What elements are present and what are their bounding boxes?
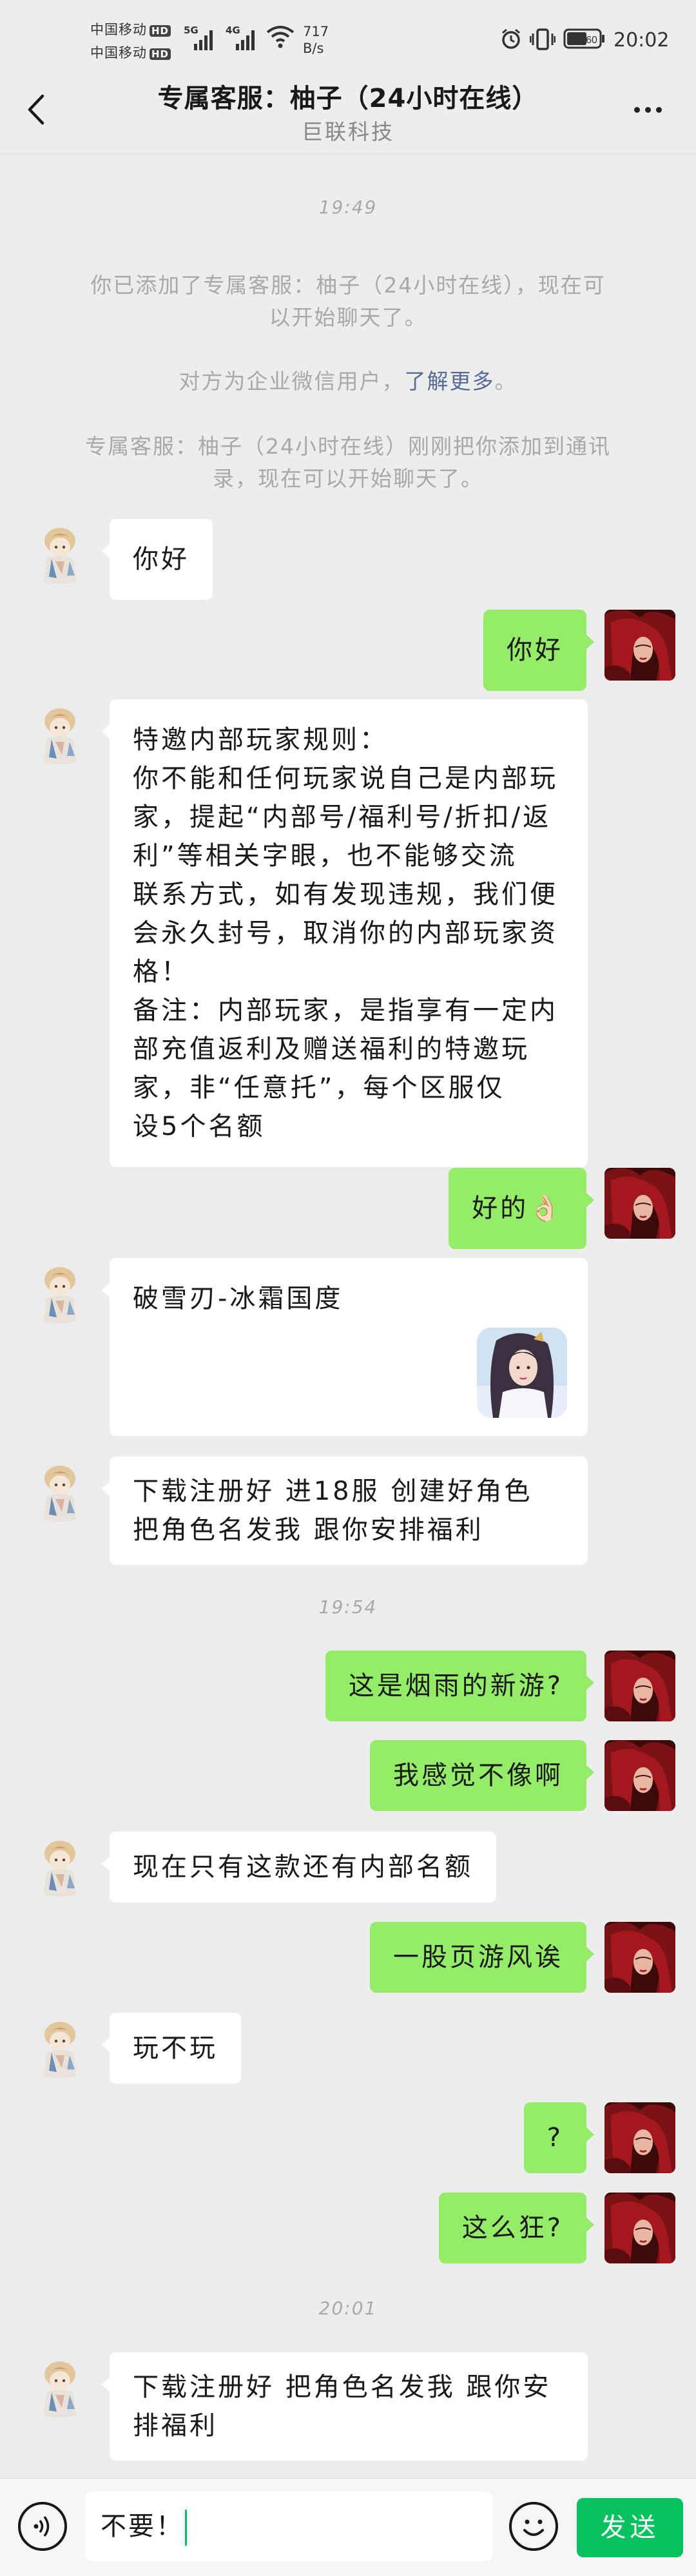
message-bubble-sent[interactable]: 好的👌🏻 bbox=[449, 1168, 594, 1249]
text-cursor bbox=[185, 2510, 187, 2546]
message-bubble-received[interactable]: 现在只有这款还有内部名额 bbox=[102, 1832, 496, 1903]
voice-icon bbox=[34, 2515, 50, 2537]
agent-avatar[interactable] bbox=[24, 699, 95, 770]
timestamp: 19:54 bbox=[318, 1596, 378, 1618]
timestamp: 19:49 bbox=[318, 197, 378, 218]
message-bubble-received[interactable]: 下载注册好 进18服 创建好角色 把角色名发我 跟你安排福利 bbox=[102, 1457, 588, 1565]
message-bubble-received[interactable]: 下载注册好 把角色名发我 跟你安 排福利 bbox=[102, 2352, 588, 2461]
alarm-icon bbox=[500, 28, 522, 53]
my-avatar[interactable] bbox=[604, 1651, 675, 1721]
send-button[interactable]: 发送 bbox=[577, 2498, 683, 2557]
my-avatar[interactable] bbox=[604, 1168, 675, 1239]
net-speed: 717 B/s bbox=[303, 24, 329, 56]
svg-text:60: 60 bbox=[586, 35, 597, 46]
input-bar: 不要！ 发送 bbox=[0, 2478, 696, 2576]
agent-avatar[interactable] bbox=[24, 519, 95, 590]
agent-avatar[interactable] bbox=[24, 2352, 95, 2423]
agent-avatar[interactable] bbox=[24, 1258, 95, 1329]
timestamp: 20:01 bbox=[318, 2298, 378, 2319]
my-avatar[interactable] bbox=[604, 1740, 675, 1811]
message-bubble-sent[interactable]: ? bbox=[523, 2102, 595, 2173]
message-bubble-received[interactable]: 玩不玩 bbox=[102, 2013, 241, 2084]
status-bar: 中国移动 HD 中国移动 HD 5G 4G 717 B/s 60 20:02 bbox=[0, 0, 696, 64]
more-dot-icon bbox=[633, 106, 640, 113]
status-time: 20:02 bbox=[614, 29, 670, 52]
wifi-icon bbox=[266, 24, 295, 52]
card-title: 破雪刃-冰霜国度 bbox=[133, 1284, 343, 1313]
chat-title: 专属客服：柚子（24小时在线） bbox=[157, 84, 539, 113]
system-message: 对方为企业微信用户，了解更多。 bbox=[179, 369, 517, 394]
vibrate-icon bbox=[529, 27, 556, 54]
learn-more-link[interactable]: 了解更多 bbox=[405, 369, 495, 394]
chat-header: 专属客服：柚子（24小时在线） 巨联科技 bbox=[0, 64, 696, 155]
emoji-button[interactable] bbox=[509, 2502, 558, 2551]
carrier-1: 中国移动 HD bbox=[90, 19, 171, 39]
my-avatar[interactable] bbox=[604, 610, 675, 681]
more-options-button[interactable] bbox=[628, 90, 667, 129]
message-input[interactable]: 不要！ bbox=[85, 2492, 492, 2561]
system-message: 你已添加了专属客服：柚子（24小时在线），现在可 以开始聊天了。 bbox=[90, 273, 606, 330]
system-message: 专属客服：柚子（24小时在线）刚刚把你添加到通讯 录，现在可以开始聊天了。 bbox=[85, 434, 611, 491]
message-bubble-sent[interactable]: 这么狂? bbox=[438, 2193, 595, 2263]
message-bubble-sent[interactable]: 这是烟雨的新游? bbox=[325, 1651, 595, 1721]
carrier-2: 中国移动 HD bbox=[90, 43, 171, 62]
more-dot-icon bbox=[655, 106, 662, 113]
battery-icon: 60 bbox=[563, 28, 606, 52]
agent-avatar[interactable] bbox=[24, 1457, 95, 1527]
agent-avatar[interactable] bbox=[24, 2013, 95, 2084]
message-bubble-sent[interactable]: 一股页游风诶 bbox=[370, 1922, 594, 1993]
message-bubble-sent[interactable]: 我感觉不像啊 bbox=[370, 1740, 594, 1811]
agent-avatar[interactable] bbox=[24, 1832, 95, 1903]
message-bubble-received[interactable]: 特邀内部玩家规则： 你不能和任何玩家说自己是内部玩 家，提起“内部号/福利号/折… bbox=[102, 699, 588, 1167]
game-thumbnail bbox=[477, 1328, 567, 1418]
my-avatar[interactable] bbox=[604, 1922, 675, 1993]
voice-input-button[interactable] bbox=[18, 2502, 67, 2551]
mini-program-card[interactable]: 破雪刃-冰霜国度 bbox=[102, 1258, 588, 1436]
message-bubble-sent[interactable]: 你好 bbox=[483, 610, 594, 691]
my-avatar[interactable] bbox=[604, 2102, 675, 2173]
message-bubble-received[interactable]: 你好 bbox=[102, 519, 213, 600]
more-dot-icon bbox=[644, 106, 651, 113]
emoji-icon bbox=[523, 2519, 544, 2536]
chat-subtitle: 巨联科技 bbox=[302, 119, 394, 144]
my-avatar[interactable] bbox=[604, 2193, 675, 2263]
